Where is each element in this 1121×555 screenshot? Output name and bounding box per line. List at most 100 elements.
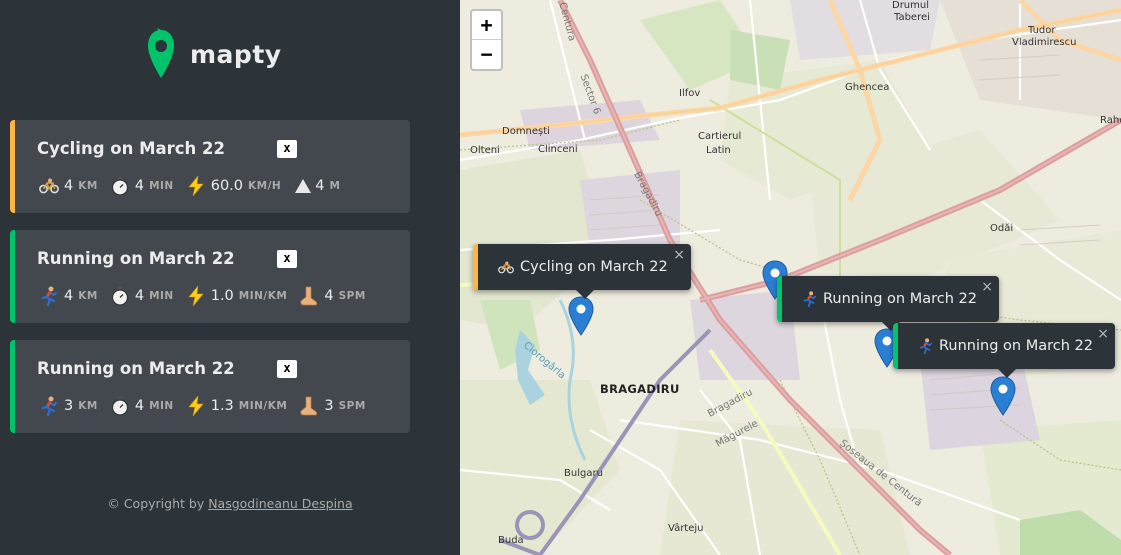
copyright: © Copyright by Nasgodineanu Despina <box>0 496 460 511</box>
workout-distance: 3 KM <box>39 396 98 416</box>
map-label: Drumul <box>892 0 930 11</box>
map-marker-icon[interactable] <box>568 296 594 336</box>
workout-cadence: 4 SPM <box>299 286 365 306</box>
copyright-text: © Copyright by <box>107 496 209 511</box>
map-label: Vârteju <box>668 523 704 534</box>
popup-text: Running on March 22 <box>939 338 1093 354</box>
stopwatch-icon <box>110 286 130 306</box>
workout-details: 4 KM 4 MIN 60.0 KM/H 4 M <box>39 175 352 197</box>
popup-close-button[interactable]: × <box>1097 326 1109 342</box>
map-label: Rahc <box>1100 115 1121 126</box>
duration-unit: MIN <box>149 400 174 412</box>
zoom-out-button[interactable]: − <box>472 40 501 69</box>
foot-icon <box>299 396 319 416</box>
popup-text: Cycling on March 22 <box>520 259 668 275</box>
distance-unit: KM <box>78 290 98 302</box>
map-label: Tudor <box>1028 25 1056 36</box>
workout-popup-running[interactable]: Running on March 22 × <box>893 323 1115 378</box>
duration-unit: MIN <box>149 290 174 302</box>
stopwatch-icon <box>110 176 130 196</box>
map-label: Taberei <box>894 12 930 23</box>
runner-icon <box>802 291 817 307</box>
delete-workout-button[interactable]: x <box>277 360 297 378</box>
runner-icon <box>918 338 933 354</box>
cadence-unit: SPM <box>338 290 366 302</box>
map-label: Odăi <box>990 223 1014 234</box>
elevation-unit: M <box>329 180 341 192</box>
map-label: Domnești <box>502 126 550 137</box>
map-label: Ghencea <box>845 82 890 93</box>
workout-card-running[interactable]: Running on March 22 x 4 KM 4 MIN 1.0 MIN… <box>10 230 410 323</box>
popup-close-button[interactable]: × <box>673 247 685 263</box>
lightning-icon <box>186 396 206 416</box>
zoom-control: + − <box>470 9 503 71</box>
duration-value: 4 <box>134 288 145 304</box>
workout-speed: 60.0 KM/H <box>186 176 282 196</box>
map-label: Buda <box>498 535 524 546</box>
stopwatch-icon <box>110 396 130 416</box>
workout-pace: 1.3 MIN/KM <box>186 396 288 416</box>
runner-icon <box>39 286 59 306</box>
runner-icon <box>39 396 59 416</box>
map-label: Ilfov <box>679 88 701 99</box>
distance-value: 4 <box>64 178 74 194</box>
bicycle-icon <box>39 176 59 196</box>
zoom-in-button[interactable]: + <box>472 11 501 40</box>
workout-elevation: 4 M <box>293 176 340 196</box>
map-marker-icon[interactable] <box>990 376 1016 416</box>
mountain-icon <box>293 176 313 196</box>
pace-unit: MIN/KM <box>238 290 288 302</box>
pace-value: 1.0 <box>210 288 234 304</box>
speed-value: 60.0 <box>210 178 244 194</box>
map-label: Latin <box>706 145 731 156</box>
map-label: Bulgaru <box>564 468 603 479</box>
map-label: BRAGADIRU <box>600 382 680 396</box>
cadence-unit: SPM <box>338 400 366 412</box>
bicycle-icon <box>498 261 514 274</box>
distance-unit: KM <box>78 180 98 192</box>
workout-pace: 1.0 MIN/KM <box>186 286 288 306</box>
popup-text: Running on March 22 <box>823 291 977 307</box>
popup-close-button[interactable]: × <box>981 279 993 295</box>
cadence-value: 3 <box>324 398 334 414</box>
delete-workout-button[interactable]: x <box>277 140 297 158</box>
popup-tip <box>998 369 1016 378</box>
workout-title: Running on March 22 <box>37 359 235 378</box>
sidebar: mapty Cycling on March 22 x 4 KM 4 MIN 6… <box>0 0 460 555</box>
workout-details: 3 KM 4 MIN 1.3 MIN/KM 3 SPM <box>39 395 378 417</box>
popup-tip <box>576 290 594 299</box>
author-link[interactable]: Nasgodineanu Despina <box>208 496 352 511</box>
cadence-value: 4 <box>324 288 334 304</box>
map-label: Cartierul <box>698 131 742 142</box>
workout-duration: 4 MIN <box>110 396 174 416</box>
duration-value: 4 <box>134 178 145 194</box>
logo: mapty <box>146 28 282 80</box>
workout-duration: 4 MIN <box>110 286 174 306</box>
workout-title: Running on March 22 <box>37 249 235 268</box>
elevation-value: 4 <box>315 178 325 194</box>
distance-unit: KM <box>78 400 98 412</box>
workout-cadence: 3 SPM <box>299 396 365 416</box>
map-label: Clinceni <box>538 144 578 155</box>
workout-duration: 4 MIN <box>110 176 174 196</box>
speed-unit: KM/H <box>248 180 282 192</box>
foot-icon <box>299 286 319 306</box>
map-label: Olteni <box>470 145 500 156</box>
duration-unit: MIN <box>149 180 174 192</box>
lightning-icon <box>186 286 206 306</box>
workout-card-cycling[interactable]: Cycling on March 22 x 4 KM 4 MIN 60.0 KM… <box>10 120 410 213</box>
map-pin-logo-icon <box>148 28 174 78</box>
app-name: mapty <box>190 39 282 69</box>
workout-details: 4 KM 4 MIN 1.0 MIN/KM 4 SPM <box>39 285 378 307</box>
workout-distance: 4 KM <box>39 286 98 306</box>
workout-distance: 4 KM <box>39 176 98 196</box>
map[interactable]: Drumul Taberei Tudor Vladimirescu Ghence… <box>460 0 1121 555</box>
workout-popup-running[interactable]: Running on March 22 × <box>777 276 999 331</box>
lightning-icon <box>186 176 206 196</box>
workout-card-running[interactable]: Running on March 22 x 3 KM 4 MIN 1.3 MIN… <box>10 340 410 433</box>
workout-popup-cycling[interactable]: Cycling on March 22 × <box>473 244 691 299</box>
map-label: Vladimirescu <box>1012 37 1077 48</box>
delete-workout-button[interactable]: x <box>277 250 297 268</box>
duration-value: 4 <box>134 398 145 414</box>
distance-value: 4 <box>64 288 74 304</box>
